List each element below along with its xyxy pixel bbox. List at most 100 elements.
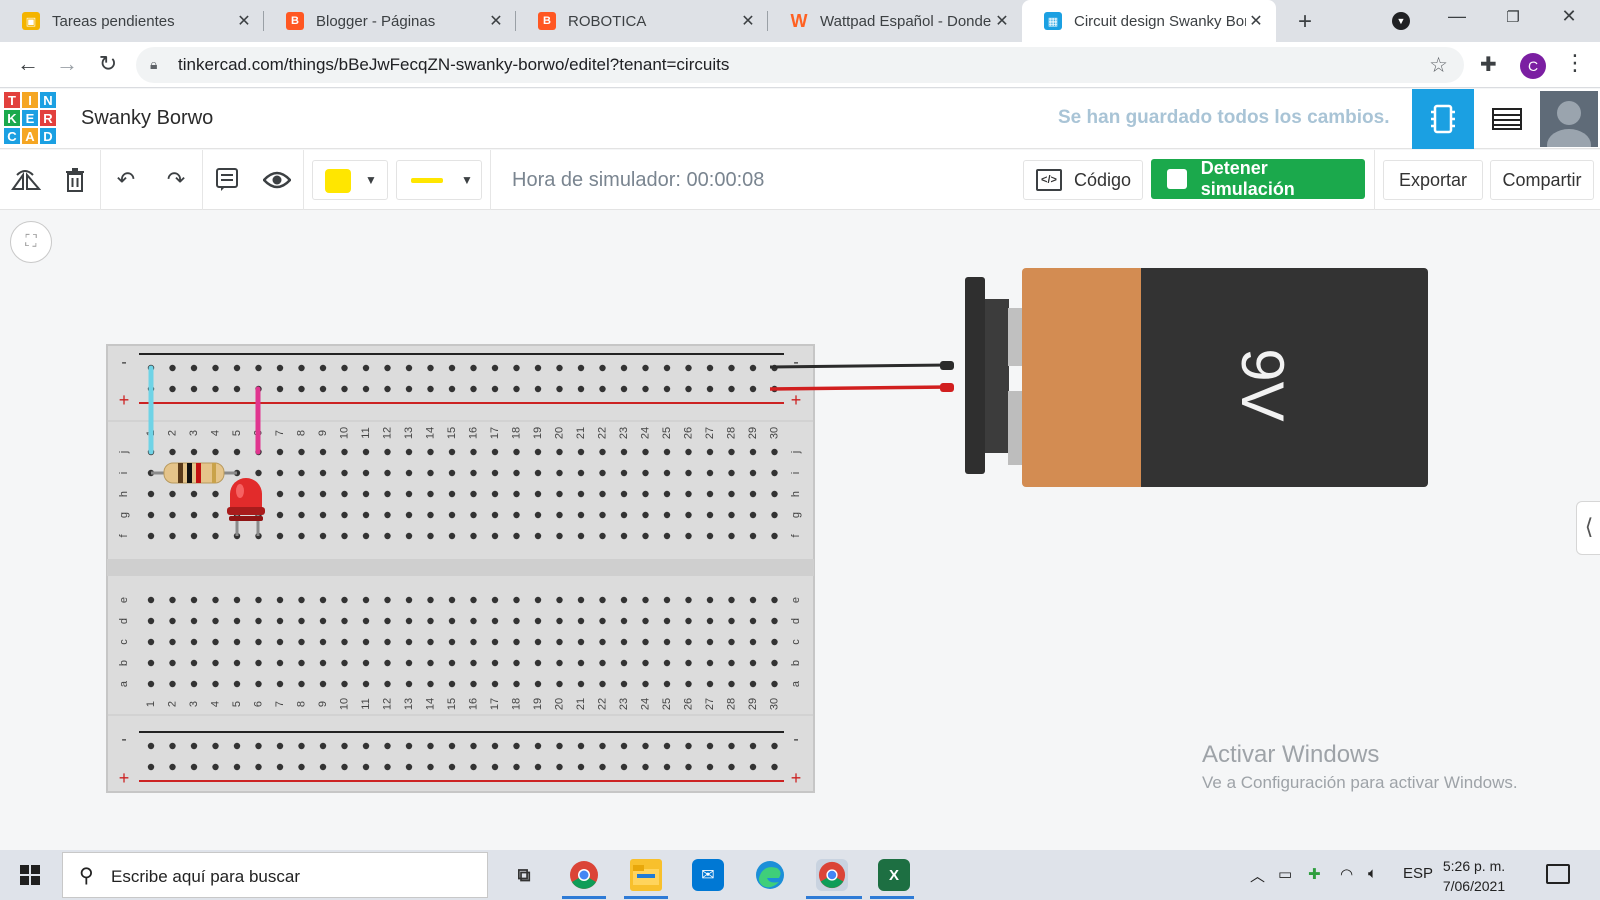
battery-icon[interactable]: ▭ xyxy=(1278,865,1292,883)
breadboard-hole[interactable] xyxy=(384,469,391,477)
breadboard-hole[interactable] xyxy=(513,680,520,688)
breadboard-hole[interactable] xyxy=(771,763,778,771)
breadboard-hole[interactable] xyxy=(577,659,585,667)
breadboard-hole[interactable] xyxy=(749,680,757,688)
breadboard-hole[interactable] xyxy=(190,680,198,688)
breadboard-hole[interactable] xyxy=(405,364,413,372)
breadboard-hole[interactable] xyxy=(427,511,434,519)
breadboard-hole[interactable] xyxy=(685,469,692,477)
breadboard-hole[interactable] xyxy=(706,490,714,498)
bookmark-star-icon[interactable]: ☆ xyxy=(1429,53,1448,78)
breadboard-hole[interactable] xyxy=(685,364,692,372)
breadboard-hole[interactable] xyxy=(212,448,219,456)
security-icon[interactable]: ✚ xyxy=(1308,865,1321,883)
breadboard-hole[interactable] xyxy=(255,680,262,688)
breadboard-hole[interactable] xyxy=(448,680,456,688)
breadboard-hole[interactable] xyxy=(771,596,778,604)
breadboard-hole[interactable] xyxy=(599,742,606,750)
notification-icon[interactable] xyxy=(1546,864,1570,884)
breadboard-hole[interactable] xyxy=(147,596,155,604)
breadboard-hole[interactable] xyxy=(771,617,778,625)
breadboard-hole[interactable] xyxy=(384,490,391,498)
breadboard-hole[interactable] xyxy=(771,680,778,688)
breadboard-hole[interactable] xyxy=(685,596,692,604)
breadboard-hole[interactable] xyxy=(728,385,735,393)
breadboard-hole[interactable] xyxy=(491,490,499,498)
url-field[interactable]: 🔒︎ tinkercad.com/things/bBeJwFecqZN-swan… xyxy=(136,47,1464,83)
breadboard-hole[interactable] xyxy=(212,742,219,750)
breadboard-hole[interactable] xyxy=(556,763,563,771)
language-indicator[interactable]: ESP xyxy=(1403,865,1433,882)
breadboard-hole[interactable] xyxy=(534,617,542,625)
breadboard-hole[interactable] xyxy=(620,596,628,604)
breadboard-hole[interactable] xyxy=(233,742,241,750)
breadboard-hole[interactable] xyxy=(749,638,757,646)
notes-icon[interactable] xyxy=(211,164,243,196)
breadboard-hole[interactable] xyxy=(298,596,305,604)
breadboard-hole[interactable] xyxy=(190,659,198,667)
breadboard-hole[interactable] xyxy=(491,448,499,456)
breadboard-hole[interactable] xyxy=(534,638,542,646)
breadboard-hole[interactable] xyxy=(534,763,542,771)
breadboard-hole[interactable] xyxy=(728,448,735,456)
breadboard-hole[interactable] xyxy=(620,617,628,625)
breadboard-hole[interactable] xyxy=(491,659,499,667)
breadboard-hole[interactable] xyxy=(556,490,563,498)
breadboard-hole[interactable] xyxy=(427,532,434,540)
extensions-icon[interactable]: ✚ xyxy=(1480,52,1497,77)
battery-wire-red[interactable] xyxy=(769,385,951,391)
breadboard-hole[interactable] xyxy=(362,659,370,667)
breadboard-hole[interactable] xyxy=(276,617,284,625)
breadboard-hole[interactable] xyxy=(362,364,370,372)
breadboard-hole[interactable] xyxy=(448,596,456,604)
back-icon[interactable]: ← xyxy=(14,51,42,77)
breadboard-hole[interactable] xyxy=(233,638,241,646)
breadboard-hole[interactable] xyxy=(319,364,327,372)
breadboard-hole[interactable] xyxy=(771,511,778,519)
breadboard-hole[interactable] xyxy=(212,532,219,540)
breadboard-hole[interactable] xyxy=(341,385,348,393)
breadboard-hole[interactable] xyxy=(663,659,671,667)
breadboard-hole[interactable] xyxy=(319,617,327,625)
breadboard-hole[interactable] xyxy=(470,617,477,625)
breadboard-hole[interactable] xyxy=(384,596,391,604)
breadboard-hole[interactable] xyxy=(706,448,714,456)
breadboard-hole[interactable] xyxy=(534,469,542,477)
breadboard-hole[interactable] xyxy=(276,448,284,456)
breadboard-hole[interactable] xyxy=(169,659,176,667)
breadboard-hole[interactable] xyxy=(427,659,434,667)
breadboard-hole[interactable] xyxy=(728,763,735,771)
breadboard-hole[interactable] xyxy=(405,763,413,771)
breadboard-hole[interactable] xyxy=(663,448,671,456)
breadboard-hole[interactable] xyxy=(298,763,305,771)
breadboard-hole[interactable] xyxy=(470,638,477,646)
breadboard-hole[interactable] xyxy=(470,364,477,372)
breadboard-hole[interactable] xyxy=(706,638,714,646)
breadboard-hole[interactable] xyxy=(341,469,348,477)
breadboard-hole[interactable] xyxy=(341,490,348,498)
breadboard-hole[interactable] xyxy=(233,364,241,372)
export-button[interactable]: Exportar xyxy=(1383,160,1483,200)
breadboard-hole[interactable] xyxy=(470,596,477,604)
breadboard-hole[interactable] xyxy=(255,638,262,646)
breadboard-hole[interactable] xyxy=(620,532,628,540)
breadboard-hole[interactable] xyxy=(513,511,520,519)
breadboard-hole[interactable] xyxy=(749,448,757,456)
breadboard-hole[interactable] xyxy=(427,385,434,393)
9v-battery[interactable]: 9V xyxy=(965,268,1428,487)
breadboard-hole[interactable] xyxy=(319,638,327,646)
breadboard-hole[interactable] xyxy=(255,742,262,750)
breadboard-hole[interactable] xyxy=(276,659,284,667)
breadboard-hole[interactable] xyxy=(276,638,284,646)
breadboard-hole[interactable] xyxy=(599,596,606,604)
breadboard-hole[interactable] xyxy=(749,385,757,393)
mail-icon[interactable]: ✉ xyxy=(692,859,724,891)
breadboard-hole[interactable] xyxy=(276,364,284,372)
breadboard-hole[interactable] xyxy=(190,532,198,540)
breadboard-hole[interactable] xyxy=(298,364,305,372)
breadboard-hole[interactable] xyxy=(276,596,284,604)
redo-icon[interactable]: ↷ xyxy=(160,164,192,196)
breadboard-hole[interactable] xyxy=(448,763,456,771)
breadboard-hole[interactable] xyxy=(534,742,542,750)
breadboard-hole[interactable] xyxy=(470,763,477,771)
